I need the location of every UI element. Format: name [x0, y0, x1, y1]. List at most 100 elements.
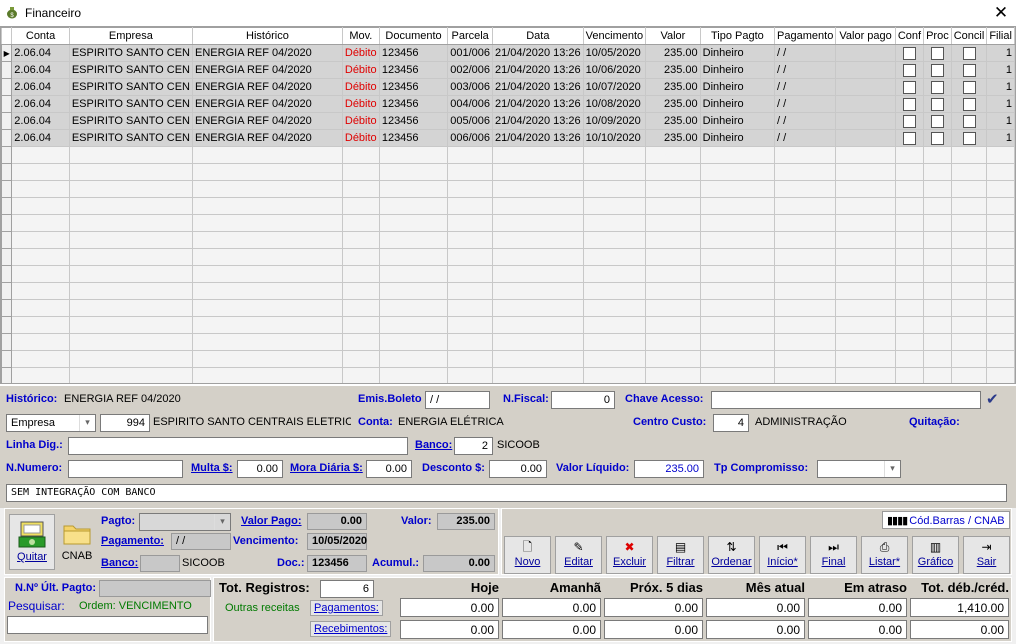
empty-cell[interactable]: [923, 282, 952, 300]
cell-concil[interactable]: [950, 78, 988, 96]
cell-mov[interactable]: Débito: [341, 78, 380, 96]
empty-row[interactable]: [1, 316, 1015, 334]
cell-conta[interactable]: 2.06.04: [11, 95, 70, 113]
cell-mov[interactable]: Débito: [341, 95, 380, 113]
cell-concil[interactable]: [950, 44, 988, 62]
empty-cell[interactable]: [986, 231, 1015, 249]
cell-parcela[interactable]: 002/006: [447, 61, 494, 79]
valor-pago-field[interactable]: 0.00: [307, 513, 367, 530]
cell-empresa[interactable]: ESPIRITO SANTO CEN: [68, 78, 194, 96]
empty-cell[interactable]: [894, 316, 925, 334]
empty-cell[interactable]: [645, 299, 701, 317]
empty-cell[interactable]: [341, 214, 380, 232]
empty-cell[interactable]: [11, 333, 70, 351]
empty-cell[interactable]: [894, 180, 925, 198]
empty-cell[interactable]: [447, 333, 494, 351]
row-indicator[interactable]: [1, 180, 13, 198]
row-indicator[interactable]: [1, 367, 13, 383]
conf-checkbox[interactable]: [902, 80, 916, 94]
multa-label[interactable]: Multa $:: [191, 462, 233, 474]
empty-cell[interactable]: [582, 316, 647, 334]
conf-checkbox[interactable]: [902, 131, 916, 145]
empty-cell[interactable]: [950, 333, 988, 351]
column-header[interactable]: Valor: [645, 27, 701, 45]
empty-cell[interactable]: [923, 214, 952, 232]
empty-cell[interactable]: [341, 265, 380, 283]
empty-row[interactable]: [1, 367, 1015, 383]
empty-cell[interactable]: [774, 367, 837, 383]
empty-cell[interactable]: [492, 350, 584, 368]
empty-cell[interactable]: [447, 146, 494, 164]
desconto-field[interactable]: 0.00: [489, 460, 547, 478]
empty-cell[interactable]: [923, 299, 952, 317]
cell-filial[interactable]: 1: [986, 95, 1015, 113]
empty-cell[interactable]: [378, 214, 449, 232]
empty-cell[interactable]: [645, 350, 701, 368]
empty-cell[interactable]: [699, 367, 776, 383]
empty-cell[interactable]: [492, 316, 584, 334]
empty-cell[interactable]: [699, 214, 776, 232]
column-header[interactable]: Tipo Pagto: [699, 27, 776, 45]
empty-cell[interactable]: [341, 197, 380, 215]
cell-parcela[interactable]: 003/006: [447, 78, 494, 96]
cell-empresa[interactable]: ESPIRITO SANTO CEN: [68, 95, 194, 113]
empty-cell[interactable]: [378, 248, 449, 266]
empty-cell[interactable]: [835, 282, 896, 300]
empty-cell[interactable]: [774, 333, 837, 351]
empty-cell[interactable]: [447, 163, 494, 181]
empty-cell[interactable]: [894, 231, 925, 249]
editar-button[interactable]: ✎ Editar: [555, 536, 602, 574]
empty-cell[interactable]: [923, 333, 952, 351]
empty-cell[interactable]: [68, 163, 194, 181]
empty-cell[interactable]: [950, 180, 988, 198]
concil-checkbox[interactable]: [962, 80, 976, 94]
multa-field[interactable]: 0.00: [237, 460, 283, 478]
cell-vencimento[interactable]: 10/05/2020: [582, 44, 647, 62]
cell-valor[interactable]: 235.00: [645, 78, 701, 96]
empty-cell[interactable]: [341, 146, 380, 164]
column-header[interactable]: Data: [492, 27, 584, 45]
empty-cell[interactable]: [68, 180, 194, 198]
cell-proc[interactable]: [923, 95, 952, 113]
cell-conf[interactable]: [894, 44, 925, 62]
empty-cell[interactable]: [950, 367, 988, 383]
empty-cell[interactable]: [11, 350, 70, 368]
empty-cell[interactable]: [341, 231, 380, 249]
empty-cell[interactable]: [699, 248, 776, 266]
empty-cell[interactable]: [378, 350, 449, 368]
proc-checkbox[interactable]: [930, 97, 944, 111]
empty-cell[interactable]: [645, 231, 701, 249]
empty-cell[interactable]: [645, 197, 701, 215]
listar-button[interactable]: ⎙ Listar*: [861, 536, 908, 574]
cell-documento[interactable]: 123456: [378, 112, 449, 130]
empty-cell[interactable]: [986, 180, 1015, 198]
empty-cell[interactable]: [645, 333, 701, 351]
empty-cell[interactable]: [492, 265, 584, 283]
empty-row[interactable]: [1, 248, 1015, 266]
empty-cell[interactable]: [774, 282, 837, 300]
empty-cell[interactable]: [645, 214, 701, 232]
column-header[interactable]: Vencimento: [582, 27, 647, 45]
empty-cell[interactable]: [341, 180, 380, 198]
empty-cell[interactable]: [341, 282, 380, 300]
cell-filial[interactable]: 1: [986, 78, 1015, 96]
empty-cell[interactable]: [923, 163, 952, 181]
empty-cell[interactable]: [986, 350, 1015, 368]
row-indicator[interactable]: [1, 333, 13, 351]
empty-row[interactable]: [1, 350, 1015, 368]
cell-parcela[interactable]: 006/006: [447, 129, 494, 147]
column-header[interactable]: Documento: [378, 27, 449, 45]
empty-cell[interactable]: [68, 333, 194, 351]
conf-checkbox[interactable]: [902, 114, 916, 128]
row-indicator[interactable]: [1, 78, 13, 96]
empty-cell[interactable]: [835, 197, 896, 215]
empty-cell[interactable]: [447, 299, 494, 317]
cell-empresa[interactable]: ESPIRITO SANTO CEN: [68, 44, 194, 62]
empty-cell[interactable]: [378, 282, 449, 300]
cell-tipo[interactable]: Dinheiro: [699, 44, 776, 62]
cell-pagamento[interactable]: / /: [774, 95, 837, 113]
empty-cell[interactable]: [923, 316, 952, 334]
empty-cell[interactable]: [699, 282, 776, 300]
cell-vencimento[interactable]: 10/08/2020: [582, 95, 647, 113]
empty-cell[interactable]: [894, 367, 925, 383]
